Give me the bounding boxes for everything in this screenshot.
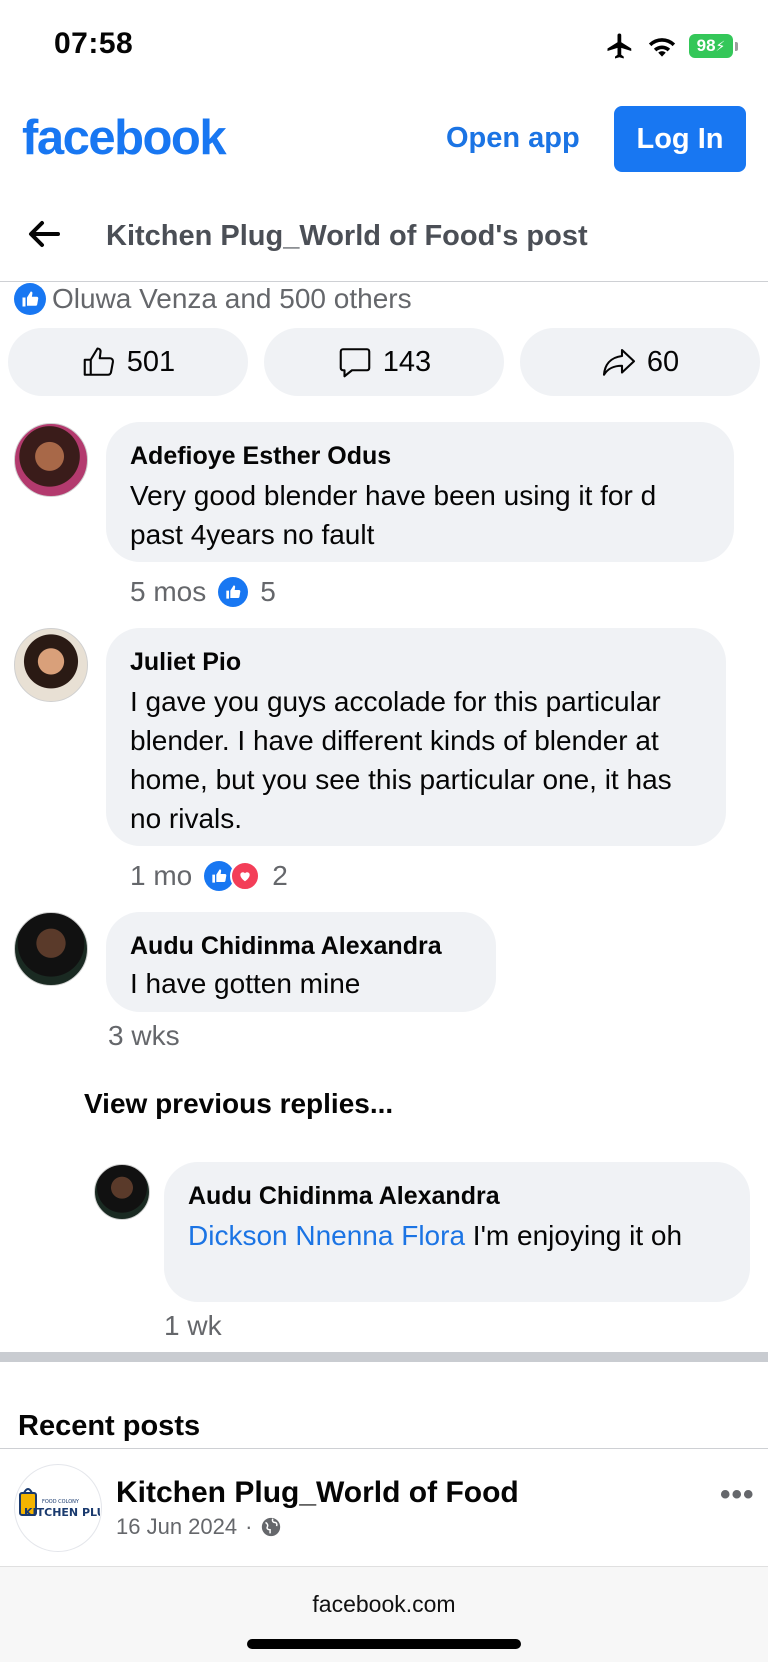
avatar[interactable] xyxy=(94,1164,150,1220)
reply-time[interactable]: 1 wk xyxy=(164,1310,222,1342)
divider xyxy=(0,1448,768,1449)
like-count: 501 xyxy=(126,345,176,378)
wifi-icon xyxy=(648,38,676,57)
comment-meta: 5 mos 5 xyxy=(130,576,276,608)
post-meta: 16 Jun 2024 · xyxy=(116,1514,282,1540)
status-bar: 07:58 98 ⚡ xyxy=(0,0,768,92)
more-options-button[interactable]: ••• xyxy=(720,1478,755,1512)
battery-icon: 98 ⚡ xyxy=(689,34,738,58)
comment-time[interactable]: 3 wks xyxy=(108,1020,180,1052)
recent-posts-title: Recent posts xyxy=(18,1410,201,1442)
back-arrow-icon[interactable] xyxy=(24,214,64,254)
post-title: Kitchen Plug_World of Food's post xyxy=(106,220,588,252)
comment-text: I have gotten mine xyxy=(130,968,361,999)
view-previous-replies-link[interactable]: View previous replies... xyxy=(84,1088,393,1120)
kitchen-plug-logo: FOOD COLONY KITCHEN PLUG xyxy=(19,1488,100,1519)
reactions-summary[interactable]: Oluwa Venza and 500 others xyxy=(14,282,412,316)
status-icons: 98 ⚡ xyxy=(605,30,738,62)
avatar[interactable] xyxy=(14,628,88,702)
like-reaction-icon xyxy=(14,283,46,315)
reply-body: I'm enjoying it oh xyxy=(465,1220,683,1251)
meta-separator: · xyxy=(245,1514,253,1539)
share-button[interactable]: 60 xyxy=(520,328,760,396)
fb-header: facebook Open app Log In xyxy=(0,92,768,192)
love-reaction-icon xyxy=(230,861,261,891)
status-time: 07:58 xyxy=(54,27,134,60)
thumbs-up-icon xyxy=(83,347,114,376)
comment-bubble: Adefioye Esther Odus Very good blender h… xyxy=(106,422,734,562)
page-avatar[interactable]: FOOD COLONY KITCHEN PLUG xyxy=(14,1464,102,1552)
comment-bubble: Juliet Pio I gave you guys accolade for … xyxy=(106,628,726,846)
comment-meta: 3 wks xyxy=(108,1020,180,1052)
comment-button[interactable]: 143 xyxy=(264,328,504,396)
reaction-count[interactable]: 5 xyxy=(260,576,276,608)
share-icon xyxy=(602,348,635,376)
comment-author[interactable]: Adefioye Esther Odus xyxy=(130,440,710,472)
like-reaction-icon xyxy=(218,577,249,607)
comment-time[interactable]: 5 mos xyxy=(130,576,206,608)
reaction-summary-text: Oluwa Venza and 500 others xyxy=(52,283,412,314)
comment-author[interactable]: Audu Chidinma Alexandra xyxy=(130,930,472,962)
comment-author[interactable]: Juliet Pio xyxy=(130,646,702,678)
like-button[interactable]: 501 xyxy=(8,328,248,396)
action-row: 501 143 60 xyxy=(8,328,760,396)
avatar[interactable] xyxy=(14,423,88,497)
url-label[interactable]: facebook.com xyxy=(0,1591,768,1618)
avatar[interactable] xyxy=(14,912,88,986)
comment-text: Very good blender have been using it for… xyxy=(130,480,657,550)
reaction-count[interactable]: 2 xyxy=(272,860,288,892)
reply-text: Dickson Nnenna Flora I'm enjoying it oh xyxy=(188,1216,726,1255)
post-nav: Kitchen Plug_World of Food's post xyxy=(0,192,768,282)
comment-icon xyxy=(339,348,371,378)
mention-link[interactable]: Dickson Nnenna Flora xyxy=(188,1220,465,1251)
open-app-link[interactable]: Open app xyxy=(446,122,580,155)
airplane-icon xyxy=(607,33,632,59)
post-date[interactable]: 16 Jun 2024 xyxy=(116,1514,237,1540)
home-indicator[interactable] xyxy=(247,1639,521,1649)
battery-level: 98 xyxy=(696,36,716,55)
comment-count: 143 xyxy=(382,345,432,378)
logo-small-text: FOOD COLONY xyxy=(42,1499,80,1505)
reply-bubble: Audu Chidinma Alexandra Dickson Nnenna F… xyxy=(164,1162,750,1302)
page-name[interactable]: Kitchen Plug_World of Food xyxy=(116,1476,519,1510)
comment-text: I gave you guys accolade for this partic… xyxy=(130,686,672,834)
logo-main-text: KITCHEN PLUG xyxy=(24,1506,100,1519)
reply-meta: 1 wk xyxy=(164,1310,222,1342)
comment-bubble: Audu Chidinma Alexandra I have gotten mi… xyxy=(106,912,496,1012)
reply-author[interactable]: Audu Chidinma Alexandra xyxy=(188,1180,726,1212)
globe-icon xyxy=(262,1517,281,1537)
section-divider xyxy=(0,1352,768,1362)
comment-time[interactable]: 1 mo xyxy=(130,860,192,892)
facebook-logo[interactable]: facebook xyxy=(22,110,227,166)
browser-bottom-bar: facebook.com xyxy=(0,1566,768,1662)
login-button[interactable]: Log In xyxy=(614,106,746,172)
share-count: 60 xyxy=(646,345,680,378)
comment-meta: 1 mo 2 xyxy=(130,860,288,892)
